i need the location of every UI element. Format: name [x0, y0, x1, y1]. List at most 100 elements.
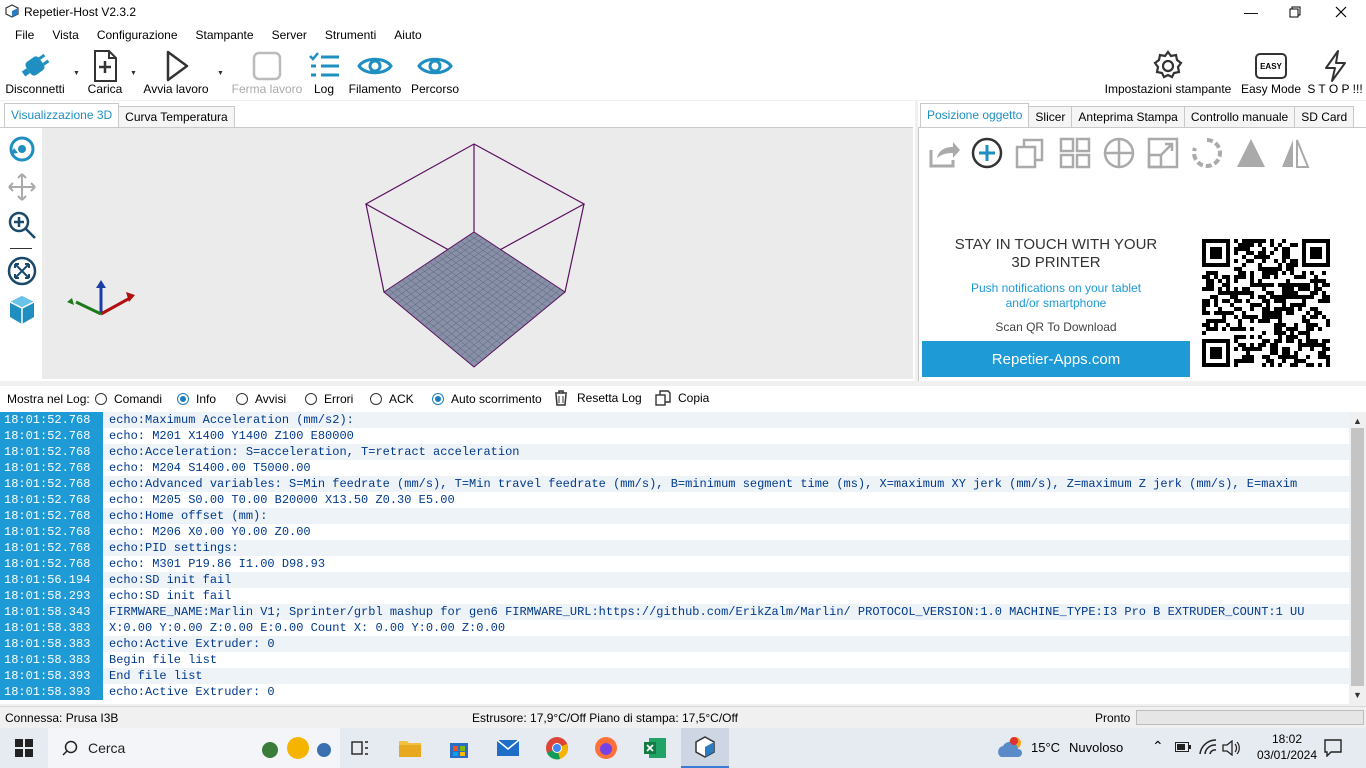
- zoom-icon[interactable]: [7, 210, 37, 240]
- repetier-task-button[interactable]: [681, 728, 729, 768]
- fit-view-icon[interactable]: [7, 256, 37, 286]
- filament-button[interactable]: Filamento: [346, 46, 404, 100]
- center-object-icon[interactable]: [1102, 136, 1136, 170]
- disconnect-dropdown-icon[interactable]: ▼: [73, 70, 81, 82]
- minimize-button[interactable]: —: [1228, 0, 1274, 24]
- excel-button[interactable]: [631, 728, 679, 768]
- log-row[interactable]: 18:01:58.293 echo:SD init fail: [0, 588, 1349, 604]
- battery-icon[interactable]: [1175, 742, 1191, 752]
- log-row[interactable]: 18:01:52.768 echo: M204 S1400.00 T5000.00: [0, 460, 1349, 476]
- 3d-viewport[interactable]: [0, 127, 913, 380]
- tab-slicer[interactable]: Slicer: [1028, 106, 1073, 127]
- log-row[interactable]: 18:01:52.768 echo: M205 S0.00 T0.00 B2000…: [0, 492, 1349, 508]
- stop-job-button[interactable]: Ferma lavoro: [228, 46, 306, 100]
- scale-icon[interactable]: [1146, 136, 1180, 170]
- log-row[interactable]: 18:01:52.768 echo: M206 X0.00 Y0.00 Z0.00: [0, 524, 1349, 540]
- log-row[interactable]: 18:01:58.383 Begin file list: [0, 652, 1349, 668]
- start-job-button[interactable]: Avvia lavoro: [140, 46, 212, 100]
- rotate-view-icon[interactable]: [7, 134, 37, 164]
- tray-overflow-icon[interactable]: ⌃: [1152, 738, 1164, 755]
- copy-log-button[interactable]: Copia: [655, 390, 709, 406]
- reset-log-button[interactable]: Resetta Log: [553, 390, 642, 406]
- cut-object-icon[interactable]: [1234, 136, 1268, 170]
- log-button[interactable]: Log: [306, 46, 342, 100]
- log-row[interactable]: 18:01:52.768 echo:Home offset (mm):: [0, 508, 1349, 524]
- log-list[interactable]: 18:01:52.768 echo:Maximum Acceleration (m…: [0, 412, 1349, 704]
- mail-button[interactable]: [484, 728, 532, 768]
- start-job-dropdown-icon[interactable]: ▼: [217, 70, 225, 82]
- log-row[interactable]: 18:01:58.383 echo:Active Extruder: 0: [0, 636, 1349, 652]
- cube-view-icon[interactable]: [7, 294, 37, 326]
- info-radio[interactable]: [177, 393, 189, 405]
- task-view-button[interactable]: [336, 728, 384, 768]
- menu-file[interactable]: File: [6, 25, 43, 45]
- clock-time[interactable]: 18:02: [1256, 732, 1318, 746]
- filter-errors[interactable]: Errori: [305, 392, 353, 406]
- scroll-up-icon[interactable]: ▲: [1353, 416, 1362, 426]
- load-button[interactable]: Carica: [84, 46, 126, 100]
- clock-date[interactable]: 03/01/2024: [1256, 748, 1318, 762]
- tab-print-preview[interactable]: Anteprima Stampa: [1071, 106, 1185, 127]
- warnings-radio[interactable]: [236, 393, 248, 405]
- mirror-object-icon[interactable]: [1278, 136, 1312, 170]
- search-box[interactable]: Cerca: [48, 728, 340, 768]
- filter-ack[interactable]: ACK: [370, 392, 414, 406]
- printer-settings-button[interactable]: Impostazioni stampante: [1102, 46, 1234, 100]
- scroll-down-icon[interactable]: ▼: [1353, 690, 1362, 700]
- scrollbar-thumb[interactable]: [1351, 428, 1364, 686]
- log-row[interactable]: 18:01:52.768 echo: M301 P19.86 I1.00 D98.…: [0, 556, 1349, 572]
- rotate-object-icon[interactable]: [1190, 136, 1224, 170]
- copy-objects-icon[interactable]: [1014, 136, 1048, 170]
- menu-tools[interactable]: Strumenti: [316, 25, 385, 45]
- share-icon[interactable]: [927, 136, 961, 170]
- notifications-icon[interactable]: [1324, 739, 1342, 757]
- menu-help[interactable]: Aiuto: [385, 25, 430, 45]
- log-row[interactable]: 18:01:58.393 echo:Active Extruder: 0: [0, 684, 1349, 700]
- emergency-stop-button[interactable]: S T O P !!!: [1306, 46, 1364, 100]
- restore-button[interactable]: [1272, 0, 1318, 24]
- filter-commands[interactable]: Comandi: [95, 392, 162, 406]
- errors-radio[interactable]: [305, 393, 317, 405]
- tab-manual-control[interactable]: Controllo manuale: [1183, 106, 1296, 127]
- commands-radio[interactable]: [95, 393, 107, 405]
- repetier-apps-button[interactable]: Repetier-Apps.com: [922, 341, 1190, 377]
- menu-printer[interactable]: Stampante: [187, 25, 263, 45]
- filter-autoscroll[interactable]: Auto scorrimento: [432, 392, 542, 406]
- firefox-button[interactable]: [582, 728, 630, 768]
- log-row[interactable]: 18:01:52.768 echo:PID settings:: [0, 540, 1349, 556]
- log-scrollbar[interactable]: ▲ ▼: [1349, 412, 1366, 704]
- filter-warnings[interactable]: Avvisi: [236, 392, 286, 406]
- file-explorer-button[interactable]: [386, 728, 434, 768]
- filter-info[interactable]: Info: [177, 392, 216, 406]
- close-button[interactable]: [1318, 0, 1364, 24]
- path-button[interactable]: Percorso: [408, 46, 462, 100]
- log-row[interactable]: 18:01:52.768 echo:Acceleration: S=acceler…: [0, 444, 1349, 460]
- tab-object-position[interactable]: Posizione oggetto: [920, 103, 1030, 127]
- log-row[interactable]: 18:01:52.768 echo: M201 X1400 Y1400 Z100 …: [0, 428, 1349, 444]
- log-row[interactable]: 18:01:58.383 X:0.00 Y:0.00 Z:0.00 E:0.00 …: [0, 620, 1349, 636]
- weather-icon[interactable]: [997, 735, 1027, 761]
- menu-config[interactable]: Configurazione: [88, 25, 187, 45]
- log-row[interactable]: 18:01:56.194 echo:SD init fail: [0, 572, 1349, 588]
- ack-radio[interactable]: [370, 393, 382, 405]
- add-object-icon[interactable]: [970, 136, 1004, 170]
- disconnect-button[interactable]: Disconnetti: [0, 46, 70, 100]
- tab-sd-card[interactable]: SD Card: [1294, 106, 1355, 127]
- tab-temperature-curve[interactable]: Curva Temperatura: [118, 106, 235, 127]
- log-row[interactable]: 18:01:52.768 echo:Advanced variables: S=M…: [0, 476, 1349, 492]
- wifi-icon[interactable]: [1199, 739, 1217, 755]
- chrome-button[interactable]: [533, 728, 581, 768]
- log-row[interactable]: 18:01:58.343 FIRMWARE_NAME:Marlin V1; Spr…: [0, 604, 1349, 620]
- tab-3d-view[interactable]: Visualizzazione 3D: [4, 103, 120, 127]
- easy-mode-button[interactable]: EASY Easy Mode: [1240, 46, 1302, 100]
- autoplace-grid-icon[interactable]: [1058, 136, 1092, 170]
- log-row[interactable]: 18:01:58.393 End file list: [0, 668, 1349, 684]
- store-button[interactable]: [435, 728, 483, 768]
- move-view-icon[interactable]: [7, 172, 37, 202]
- load-dropdown-icon[interactable]: ▼: [130, 70, 138, 82]
- menu-server[interactable]: Server: [263, 25, 316, 45]
- start-button[interactable]: [0, 728, 48, 768]
- menu-view[interactable]: Vista: [43, 25, 87, 45]
- log-row[interactable]: 18:01:52.768 echo:Maximum Acceleration (m…: [0, 412, 1349, 428]
- volume-icon[interactable]: [1222, 740, 1240, 756]
